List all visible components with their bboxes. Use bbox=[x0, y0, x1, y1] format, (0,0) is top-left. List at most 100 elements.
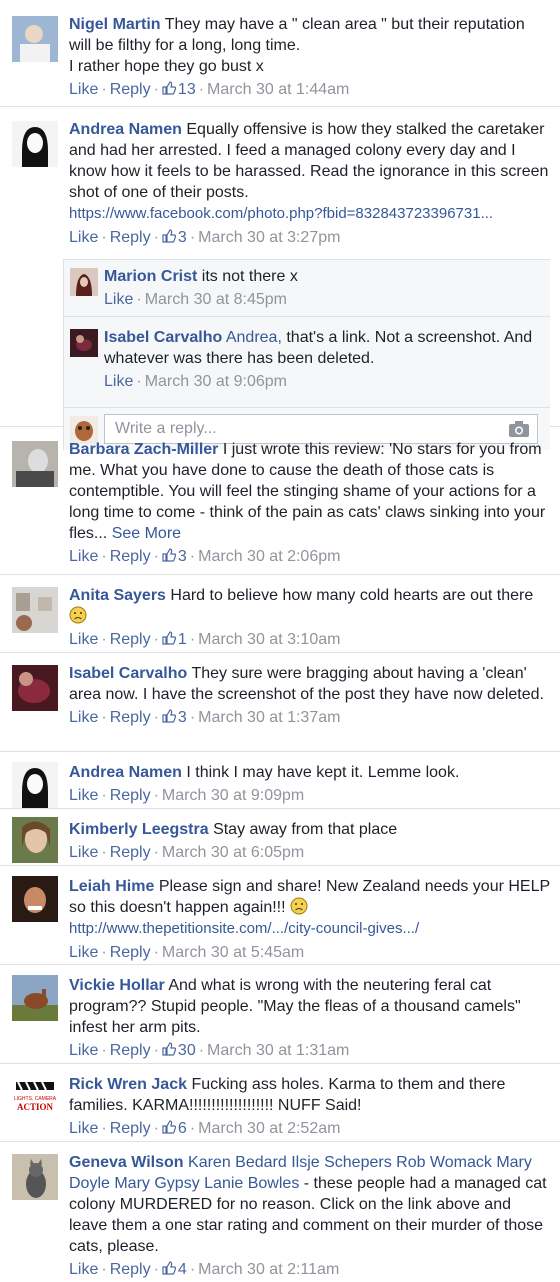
thumbs-up-icon bbox=[162, 1260, 177, 1275]
like-button[interactable]: Like bbox=[69, 1042, 98, 1059]
thumbs-up-icon bbox=[162, 80, 177, 95]
timestamp[interactable]: March 30 at 6:05pm bbox=[162, 844, 304, 861]
comment-actions: Like · Reply · 3 · March 30 at 2:06pm bbox=[69, 548, 341, 565]
timestamp[interactable]: March 30 at 1:31am bbox=[207, 1042, 349, 1059]
timestamp[interactable]: March 30 at 1:44am bbox=[207, 81, 349, 98]
timestamp[interactable]: March 30 at 5:45am bbox=[162, 944, 304, 961]
comment: Barbara Zach-Miller I just wrote this re… bbox=[0, 427, 560, 575]
like-count[interactable]: 13 bbox=[178, 81, 196, 98]
comment-author[interactable]: Kimberly Leegstra bbox=[69, 821, 209, 838]
thumbs-up-icon bbox=[162, 228, 177, 243]
comment-text: Anita Sayers Hard to believe how many co… bbox=[69, 585, 550, 627]
like-button[interactable]: Like bbox=[69, 787, 98, 804]
like-button[interactable]: Like bbox=[69, 709, 98, 726]
replies-thread: Marion Crist its not there x Like · March … bbox=[63, 259, 550, 450]
mention-link[interactable]: Andrea, bbox=[226, 329, 282, 346]
avatar[interactable] bbox=[70, 329, 98, 357]
timestamp[interactable]: March 30 at 2:52am bbox=[198, 1120, 340, 1137]
comment-author[interactable]: Vickie Hollar bbox=[69, 977, 165, 994]
comment-author[interactable]: Andrea Namen bbox=[69, 764, 182, 781]
reply-button[interactable]: Reply bbox=[110, 944, 151, 961]
reply-button[interactable]: Reply bbox=[110, 1261, 151, 1278]
avatar[interactable] bbox=[70, 268, 98, 296]
comment-author[interactable]: Isabel Carvalho bbox=[69, 665, 187, 682]
reply-button[interactable]: Reply bbox=[110, 709, 151, 726]
reply-button[interactable]: Reply bbox=[110, 1042, 151, 1059]
avatar[interactable] bbox=[12, 16, 58, 62]
timestamp[interactable]: March 30 at 2:06pm bbox=[198, 548, 340, 565]
reply-button[interactable]: Reply bbox=[110, 631, 151, 648]
comment: Nigel Martin They may have a " clean are… bbox=[0, 0, 560, 107]
avatar[interactable] bbox=[12, 762, 58, 808]
avatar[interactable] bbox=[12, 441, 58, 487]
like-button[interactable]: Like bbox=[69, 944, 98, 961]
avatar[interactable] bbox=[12, 975, 58, 1021]
avatar[interactable] bbox=[12, 121, 58, 167]
frown-emoji-icon bbox=[69, 606, 87, 624]
frown-emoji-icon bbox=[290, 897, 308, 915]
reply-author[interactable]: Marion Crist bbox=[104, 268, 197, 285]
timestamp[interactable]: March 30 at 8:45pm bbox=[145, 291, 287, 308]
avatar[interactable] bbox=[12, 1154, 58, 1200]
like-button[interactable]: Like bbox=[104, 373, 133, 390]
comment-author[interactable]: Andrea Namen bbox=[69, 121, 182, 138]
comment-feed: Nigel Martin They may have a " clean are… bbox=[0, 0, 560, 1282]
comment: Andrea Namen Equally offensive is how th… bbox=[0, 107, 560, 450]
comment-actions: Like · Reply · 3 · March 30 at 3:27pm bbox=[69, 228, 341, 246]
like-count[interactable]: 6 bbox=[178, 1120, 187, 1137]
comment-link[interactable]: http://www.thepetitionsite.com/.../city-… bbox=[69, 918, 550, 940]
reply-button[interactable]: Reply bbox=[110, 787, 151, 804]
comment: Leiah Hime Please sign and share! New Ze… bbox=[0, 866, 560, 965]
timestamp[interactable]: March 30 at 9:09pm bbox=[162, 787, 304, 804]
comment-actions: Like · Reply · 6 · March 30 at 2:52am bbox=[69, 1120, 341, 1137]
comment-actions: Like · Reply · 3 · March 30 at 1:37am bbox=[69, 708, 341, 726]
like-count[interactable]: 3 bbox=[178, 709, 187, 726]
comment-author[interactable]: Barbara Zach-Miller bbox=[69, 441, 218, 458]
comment-link[interactable]: https://www.facebook.com/photo.php?fbid=… bbox=[69, 203, 550, 225]
comment-author[interactable]: Anita Sayers bbox=[69, 587, 166, 604]
reply-button[interactable]: Reply bbox=[110, 81, 151, 98]
like-count[interactable]: 3 bbox=[178, 548, 187, 565]
avatar-caption: ACTION bbox=[17, 1102, 54, 1112]
like-button[interactable]: Like bbox=[69, 229, 98, 246]
comment-text: Vickie Hollar And what is wrong with the… bbox=[69, 977, 521, 1036]
like-count[interactable]: 30 bbox=[178, 1042, 196, 1059]
timestamp[interactable]: March 30 at 3:27pm bbox=[198, 229, 340, 246]
comment-author[interactable]: Rick Wren Jack bbox=[69, 1076, 187, 1093]
comment-actions: Like · Reply · 1 · March 30 at 3:10am bbox=[69, 631, 341, 648]
timestamp[interactable]: March 30 at 2:11am bbox=[198, 1261, 339, 1278]
avatar[interactable] bbox=[12, 817, 58, 863]
reply-button[interactable]: Reply bbox=[110, 548, 151, 565]
comment-text: Kimberly Leegstra Stay away from that pl… bbox=[69, 821, 398, 838]
avatar[interactable]: LIGHTS, CAMERA ACTION bbox=[12, 1076, 58, 1122]
reply-author[interactable]: Isabel Carvalho bbox=[104, 329, 222, 346]
like-button[interactable]: Like bbox=[69, 548, 98, 565]
like-button[interactable]: Like bbox=[69, 1120, 98, 1137]
avatar[interactable] bbox=[12, 876, 58, 922]
like-button[interactable]: Like bbox=[69, 631, 98, 648]
reply-button[interactable]: Reply bbox=[110, 1120, 151, 1137]
like-count[interactable]: 3 bbox=[178, 229, 187, 246]
timestamp[interactable]: March 30 at 9:06pm bbox=[145, 373, 287, 390]
reply-button[interactable]: Reply bbox=[110, 844, 151, 861]
reply-actions: Like · March 30 at 9:06pm bbox=[104, 373, 287, 390]
like-button[interactable]: Like bbox=[69, 1261, 98, 1278]
comment-author[interactable]: Geneva Wilson bbox=[69, 1154, 184, 1171]
comment-text: Rick Wren Jack Fucking ass holes. Karma … bbox=[69, 1076, 506, 1114]
thumbs-up-icon bbox=[162, 708, 177, 723]
avatar[interactable] bbox=[12, 587, 58, 633]
comment-author[interactable]: Leiah Hime bbox=[69, 878, 154, 895]
timestamp[interactable]: March 30 at 1:37am bbox=[198, 709, 340, 726]
avatar[interactable] bbox=[12, 665, 58, 711]
see-more-link[interactable]: See More bbox=[112, 525, 181, 542]
like-button[interactable]: Like bbox=[69, 844, 98, 861]
comment-author[interactable]: Nigel Martin bbox=[69, 16, 161, 33]
like-count[interactable]: 1 bbox=[178, 631, 187, 648]
reply: Isabel Carvalho Andrea, that's a link. N… bbox=[64, 316, 550, 407]
comment: Geneva Wilson Karen Bedard Ilsje Scheper… bbox=[0, 1142, 560, 1282]
reply-button[interactable]: Reply bbox=[110, 229, 151, 246]
timestamp[interactable]: March 30 at 3:10am bbox=[198, 631, 340, 648]
like-button[interactable]: Like bbox=[104, 291, 133, 308]
like-button[interactable]: Like bbox=[69, 81, 98, 98]
like-count[interactable]: 4 bbox=[178, 1261, 187, 1278]
